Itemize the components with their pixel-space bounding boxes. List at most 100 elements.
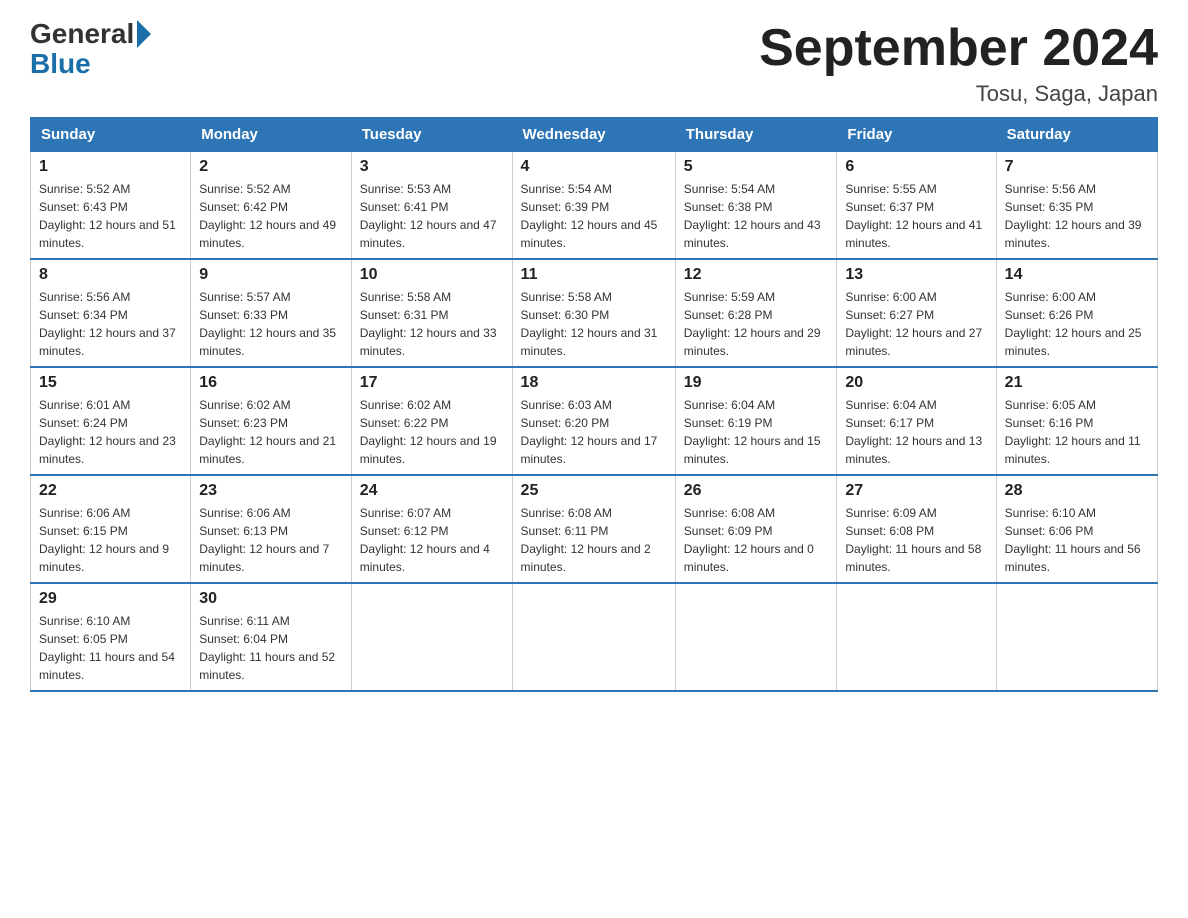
- cell-info: Sunrise: 5:54 AMSunset: 6:39 PMDaylight:…: [521, 180, 667, 252]
- logo: General Blue: [30, 20, 153, 80]
- header-row: SundayMondayTuesdayWednesdayThursdayFrid…: [31, 118, 1158, 152]
- day-number: 28: [1005, 482, 1149, 500]
- day-number: 8: [39, 266, 182, 284]
- cell-info: Sunrise: 6:02 AMSunset: 6:23 PMDaylight:…: [199, 396, 343, 468]
- calendar-cell-1: 1 Sunrise: 5:52 AMSunset: 6:43 PMDaylight…: [31, 152, 191, 260]
- cell-info: Sunrise: 6:05 AMSunset: 6:16 PMDaylight:…: [1005, 396, 1149, 468]
- cell-info: Sunrise: 5:55 AMSunset: 6:37 PMDaylight:…: [845, 180, 987, 252]
- cell-info: Sunrise: 6:00 AMSunset: 6:27 PMDaylight:…: [845, 288, 987, 360]
- day-number: 14: [1005, 266, 1149, 284]
- calendar-cell-5: 5 Sunrise: 5:54 AMSunset: 6:38 PMDaylight…: [675, 152, 837, 260]
- calendar-cell-22: 22 Sunrise: 6:06 AMSunset: 6:15 PMDayligh…: [31, 475, 191, 583]
- calendar-cell-23: 23 Sunrise: 6:06 AMSunset: 6:13 PMDayligh…: [191, 475, 352, 583]
- empty-cell: [512, 583, 675, 691]
- day-number: 3: [360, 158, 504, 176]
- day-number: 29: [39, 590, 182, 608]
- calendar-cell-27: 27 Sunrise: 6:09 AMSunset: 6:08 PMDayligh…: [837, 475, 996, 583]
- cell-info: Sunrise: 5:53 AMSunset: 6:41 PMDaylight:…: [360, 180, 504, 252]
- day-number: 25: [521, 482, 667, 500]
- logo-general-text: General: [30, 20, 134, 48]
- calendar-cell-3: 3 Sunrise: 5:53 AMSunset: 6:41 PMDaylight…: [351, 152, 512, 260]
- cell-info: Sunrise: 5:54 AMSunset: 6:38 PMDaylight:…: [684, 180, 829, 252]
- logo-arrow-icon: [137, 20, 151, 48]
- day-number: 10: [360, 266, 504, 284]
- calendar-cell-17: 17 Sunrise: 6:02 AMSunset: 6:22 PMDayligh…: [351, 367, 512, 475]
- day-number: 5: [684, 158, 829, 176]
- day-number: 1: [39, 158, 182, 176]
- day-number: 21: [1005, 374, 1149, 392]
- cell-info: Sunrise: 6:04 AMSunset: 6:19 PMDaylight:…: [684, 396, 829, 468]
- day-number: 23: [199, 482, 343, 500]
- calendar-cell-8: 8Sunrise: 5:56 AMSunset: 6:34 PMDaylight…: [31, 259, 191, 367]
- cell-info: Sunrise: 5:52 AMSunset: 6:43 PMDaylight:…: [39, 180, 182, 252]
- day-number: 7: [1005, 158, 1149, 176]
- calendar-cell-10: 10 Sunrise: 5:58 AMSunset: 6:31 PMDayligh…: [351, 259, 512, 367]
- page-header: General Blue September 2024 Tosu, Saga, …: [30, 20, 1158, 107]
- day-header-tuesday: Tuesday: [351, 118, 512, 152]
- day-number: 20: [845, 374, 987, 392]
- day-number: 4: [521, 158, 667, 176]
- calendar-cell-30: 30Sunrise: 6:11 AMSunset: 6:04 PMDayligh…: [191, 583, 352, 691]
- cell-info: Sunrise: 5:52 AMSunset: 6:42 PMDaylight:…: [199, 180, 343, 252]
- calendar-cell-24: 24 Sunrise: 6:07 AMSunset: 6:12 PMDayligh…: [351, 475, 512, 583]
- week-row-4: 22 Sunrise: 6:06 AMSunset: 6:15 PMDayligh…: [31, 475, 1158, 583]
- day-number: 22: [39, 482, 182, 500]
- calendar-cell-19: 19 Sunrise: 6:04 AMSunset: 6:19 PMDayligh…: [675, 367, 837, 475]
- calendar-cell-18: 18 Sunrise: 6:03 AMSunset: 6:20 PMDayligh…: [512, 367, 675, 475]
- calendar-cell-26: 26Sunrise: 6:08 AMSunset: 6:09 PMDayligh…: [675, 475, 837, 583]
- cell-info: Sunrise: 6:02 AMSunset: 6:22 PMDaylight:…: [360, 396, 504, 468]
- cell-info: Sunrise: 5:59 AMSunset: 6:28 PMDaylight:…: [684, 288, 829, 360]
- title-area: September 2024 Tosu, Saga, Japan: [759, 20, 1158, 107]
- cell-info: Sunrise: 6:10 AMSunset: 6:06 PMDaylight:…: [1005, 504, 1149, 576]
- cell-info: Sunrise: 6:07 AMSunset: 6:12 PMDaylight:…: [360, 504, 504, 576]
- day-number: 2: [199, 158, 343, 176]
- day-header-sunday: Sunday: [31, 118, 191, 152]
- day-header-friday: Friday: [837, 118, 996, 152]
- calendar-cell-14: 14Sunrise: 6:00 AMSunset: 6:26 PMDayligh…: [996, 259, 1157, 367]
- day-number: 13: [845, 266, 987, 284]
- day-number: 30: [199, 590, 343, 608]
- calendar-cell-29: 29Sunrise: 6:10 AMSunset: 6:05 PMDayligh…: [31, 583, 191, 691]
- cell-info: Sunrise: 6:06 AMSunset: 6:15 PMDaylight:…: [39, 504, 182, 576]
- cell-info: Sunrise: 5:56 AMSunset: 6:35 PMDaylight:…: [1005, 180, 1149, 252]
- week-row-5: 29Sunrise: 6:10 AMSunset: 6:05 PMDayligh…: [31, 583, 1158, 691]
- calendar-table: SundayMondayTuesdayWednesdayThursdayFrid…: [30, 117, 1158, 692]
- week-row-3: 15Sunrise: 6:01 AMSunset: 6:24 PMDayligh…: [31, 367, 1158, 475]
- calendar-cell-4: 4 Sunrise: 5:54 AMSunset: 6:39 PMDaylight…: [512, 152, 675, 260]
- cell-info: Sunrise: 6:09 AMSunset: 6:08 PMDaylight:…: [845, 504, 987, 576]
- cell-info: Sunrise: 5:58 AMSunset: 6:31 PMDaylight:…: [360, 288, 504, 360]
- calendar-cell-6: 6Sunrise: 5:55 AMSunset: 6:37 PMDaylight…: [837, 152, 996, 260]
- cell-info: Sunrise: 6:03 AMSunset: 6:20 PMDaylight:…: [521, 396, 667, 468]
- empty-cell: [351, 583, 512, 691]
- calendar-cell-20: 20 Sunrise: 6:04 AMSunset: 6:17 PMDayligh…: [837, 367, 996, 475]
- calendar-cell-25: 25 Sunrise: 6:08 AMSunset: 6:11 PMDayligh…: [512, 475, 675, 583]
- day-number: 27: [845, 482, 987, 500]
- logo-blue-text: Blue: [30, 48, 91, 80]
- day-number: 18: [521, 374, 667, 392]
- day-number: 11: [521, 266, 667, 284]
- cell-info: Sunrise: 6:08 AMSunset: 6:09 PMDaylight:…: [684, 504, 829, 576]
- day-number: 19: [684, 374, 829, 392]
- day-number: 12: [684, 266, 829, 284]
- calendar-cell-11: 11 Sunrise: 5:58 AMSunset: 6:30 PMDayligh…: [512, 259, 675, 367]
- empty-cell: [996, 583, 1157, 691]
- week-row-1: 1 Sunrise: 5:52 AMSunset: 6:43 PMDaylight…: [31, 152, 1158, 260]
- day-number: 9: [199, 266, 343, 284]
- calendar-cell-9: 9Sunrise: 5:57 AMSunset: 6:33 PMDaylight…: [191, 259, 352, 367]
- cell-info: Sunrise: 5:58 AMSunset: 6:30 PMDaylight:…: [521, 288, 667, 360]
- cell-info: Sunrise: 6:08 AMSunset: 6:11 PMDaylight:…: [521, 504, 667, 576]
- empty-cell: [675, 583, 837, 691]
- day-number: 15: [39, 374, 182, 392]
- cell-info: Sunrise: 6:04 AMSunset: 6:17 PMDaylight:…: [845, 396, 987, 468]
- day-header-saturday: Saturday: [996, 118, 1157, 152]
- location-text: Tosu, Saga, Japan: [759, 81, 1158, 107]
- day-header-wednesday: Wednesday: [512, 118, 675, 152]
- calendar-cell-21: 21 Sunrise: 6:05 AMSunset: 6:16 PMDayligh…: [996, 367, 1157, 475]
- empty-cell: [837, 583, 996, 691]
- day-number: 24: [360, 482, 504, 500]
- cell-info: Sunrise: 6:06 AMSunset: 6:13 PMDaylight:…: [199, 504, 343, 576]
- day-header-monday: Monday: [191, 118, 352, 152]
- day-number: 17: [360, 374, 504, 392]
- calendar-cell-15: 15Sunrise: 6:01 AMSunset: 6:24 PMDayligh…: [31, 367, 191, 475]
- calendar-cell-7: 7 Sunrise: 5:56 AMSunset: 6:35 PMDaylight…: [996, 152, 1157, 260]
